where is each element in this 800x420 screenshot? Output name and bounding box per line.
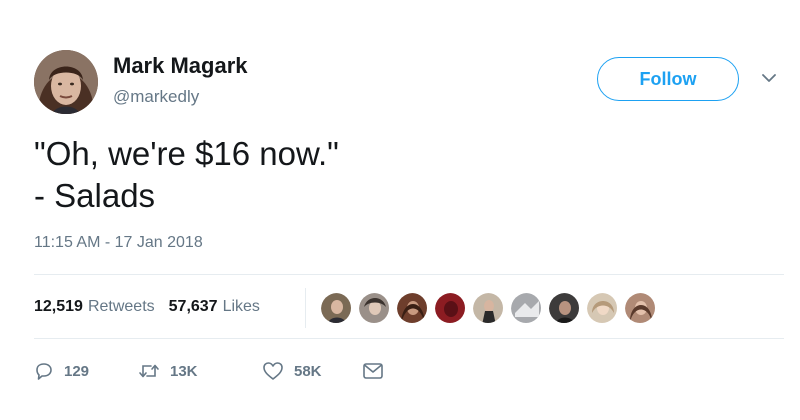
liker-avatar[interactable] [510,292,542,324]
stats-separator [305,288,306,328]
like-count: 58K [294,362,322,380]
direct-message-button[interactable] [362,362,384,380]
action-bar: 129 13K 58K [34,360,384,382]
tweet-timestamp[interactable]: 11:15 AM - 17 Jan 2018 [34,234,203,252]
liker-avatar[interactable] [320,292,352,324]
retweets-count[interactable]: 12,519 [34,298,83,316]
liker-avatars [320,292,662,324]
follow-button[interactable]: Follow [597,57,739,101]
reply-icon [36,363,52,380]
retweet-icon [139,364,159,378]
tweet-text: "Oh, we're $16 now." - Salads [34,133,339,217]
likes-label[interactable]: Likes [223,298,260,316]
liker-avatar[interactable] [586,292,618,324]
tweet-line-2: - Salads [34,177,156,214]
divider-bottom [34,338,784,339]
divider-top [34,274,784,275]
tweet-line-1: "Oh, we're $16 now." [34,135,339,172]
profile-avatar[interactable] [34,50,98,114]
retweet-button[interactable]: 13K [138,361,262,381]
engagement-stats: 12,519 Retweets 57,637 Likes [34,296,260,318]
heart-icon [263,362,283,380]
user-display-name[interactable]: Mark Magark [113,53,248,79]
liker-avatar[interactable] [548,292,580,324]
retweets-label[interactable]: Retweets [88,298,155,316]
envelope-icon [363,363,383,379]
like-button[interactable]: 58K [262,361,362,381]
reply-count: 129 [64,362,90,380]
liker-avatar[interactable] [434,292,466,324]
liker-avatar[interactable] [358,292,390,324]
chevron-down-icon[interactable] [761,70,777,86]
liker-avatar[interactable] [624,292,656,324]
reply-button[interactable]: 129 [34,361,138,381]
retweet-count: 13K [170,362,198,380]
likes-count[interactable]: 57,637 [169,298,218,316]
user-handle[interactable]: @markedly [113,87,199,107]
liker-avatar[interactable] [396,292,428,324]
liker-avatar[interactable] [472,292,504,324]
